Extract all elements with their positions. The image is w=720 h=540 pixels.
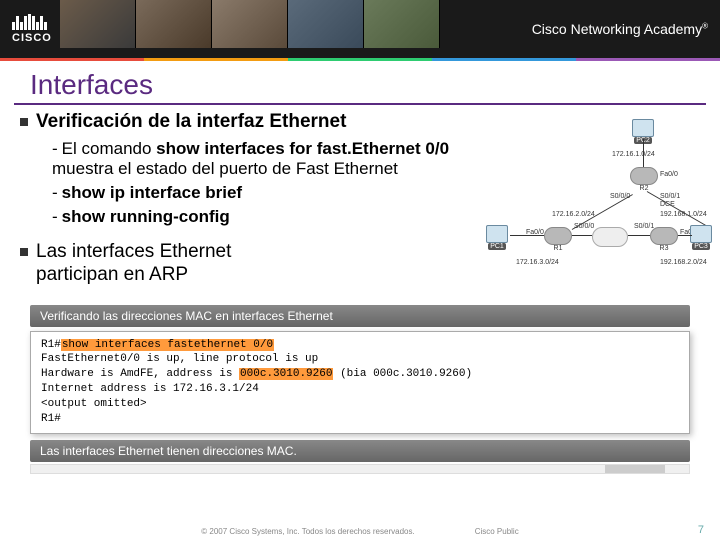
terminal-caption-bottom: Las interfaces Ethernet tienen direccion… [30, 440, 690, 462]
pc-icon [632, 119, 654, 137]
list-item: -show ip interface brief [52, 183, 482, 203]
cisco-logo-bars [12, 14, 47, 30]
header-photo-strip [60, 0, 440, 48]
pc-label: PC1 [488, 243, 506, 250]
cloud-icon [592, 227, 628, 247]
pc-label: PC3 [692, 243, 710, 250]
bullet-square-icon [20, 248, 28, 256]
ip-label: 172.16.3.0/24 [516, 259, 559, 266]
ip-label: 192.168.2.0/24 [660, 259, 707, 266]
router-label: R1 [544, 245, 572, 252]
router-label: R2 [630, 185, 658, 192]
arp-text: Las interfaces Ethernet participan en AR… [36, 241, 316, 287]
ip-label: 172.16.1.0/24 [612, 151, 655, 158]
network-diagram: PC2 172.16.1.0/24 R2 Fa0/0 S0/0/0 S0/0/1… [482, 119, 712, 289]
iface-label: S0/0/1 [660, 193, 680, 200]
ip-label: 172.16.2.0/24 [552, 211, 595, 218]
bullet-square-icon [20, 118, 28, 126]
header-bar: CISCO Cisco Networking Academy® [0, 0, 720, 58]
terminal-block: R1#show interfaces fastethernet 0/0 Fast… [30, 331, 690, 434]
footer: © 2007 Cisco Systems, Inc. Todos los der… [0, 527, 720, 536]
terminal-caption-top: Verificando las direcciones MAC en inter… [30, 305, 690, 327]
highlighted-command: show interfaces fastethernet 0/0 [61, 339, 274, 351]
iface-label: S0/0/1 [634, 223, 654, 230]
router-icon [630, 167, 658, 185]
pc-icon [486, 225, 508, 243]
section-heading: Verificación de la interfaz Ethernet [36, 111, 346, 133]
scrollbar-hint [30, 464, 690, 474]
cisco-logo-text: CISCO [12, 32, 52, 44]
program-name: Cisco Networking Academy® [532, 21, 708, 37]
page-title: Interfaces [14, 61, 706, 105]
iface-label: Fa0/0 [660, 171, 678, 178]
page-number: 7 [698, 524, 704, 536]
list-item: -El comando show interfaces for fast.Eth… [52, 139, 482, 179]
highlighted-mac: 000c.3010.9260 [239, 368, 333, 380]
copyright-text: © 2007 Cisco Systems, Inc. Todos los der… [201, 527, 414, 536]
classification-text: Cisco Public [475, 527, 519, 536]
cisco-logo: CISCO [12, 14, 52, 44]
router-icon [544, 227, 572, 245]
router-label: R3 [650, 245, 678, 252]
terminal-output: R1#show interfaces fastethernet 0/0 Fast… [30, 331, 690, 434]
pc-icon [690, 225, 712, 243]
content-area: Verificación de la interfaz Ethernet -El… [0, 111, 720, 287]
list-item: -show running-config [52, 207, 482, 227]
